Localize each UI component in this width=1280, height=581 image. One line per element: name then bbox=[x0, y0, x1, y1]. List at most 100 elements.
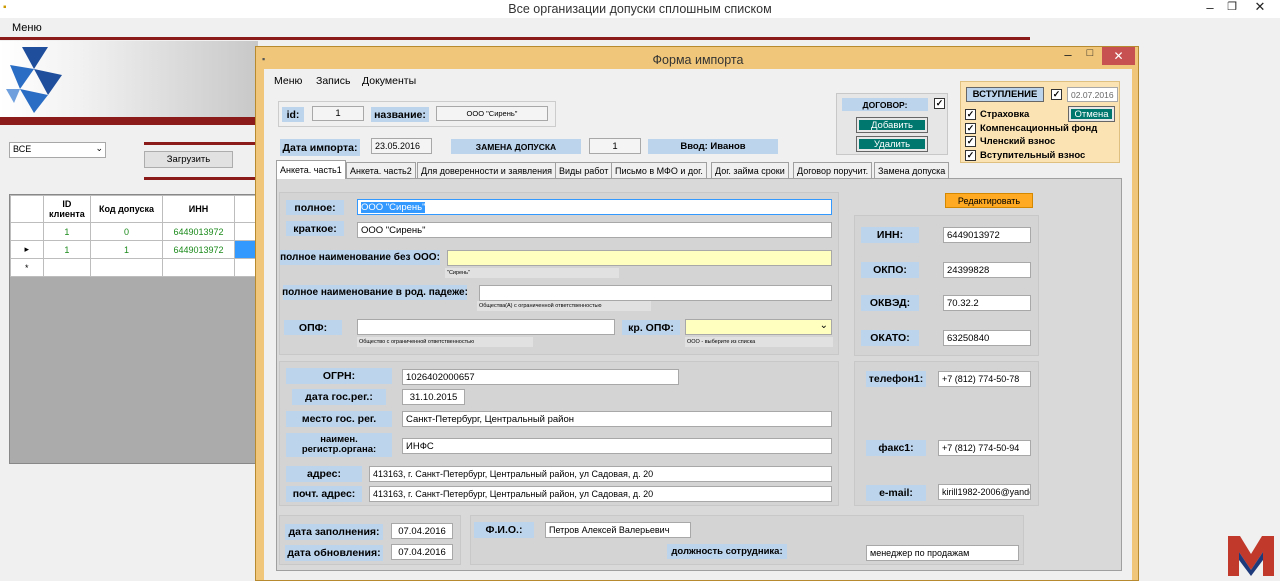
load-button[interactable]: Загрузить bbox=[144, 151, 233, 168]
phone-field[interactable]: +7 (812) 774-50-78 bbox=[938, 371, 1031, 387]
insurance-checkbox[interactable]: ✓ bbox=[965, 109, 976, 120]
tab-power-of-attorney[interactable]: Для доверенности и заявления bbox=[417, 162, 557, 178]
opf-field[interactable] bbox=[357, 319, 615, 335]
opf-hint: Общество с ограниченной ответственностью bbox=[357, 337, 533, 347]
cell-inn[interactable]: 6449013972 bbox=[161, 222, 236, 241]
fio-field[interactable]: Петров Алексей Валерьевич bbox=[545, 522, 691, 538]
edit-button[interactable]: Редактировать bbox=[945, 193, 1033, 208]
form-menu-record[interactable]: Запись bbox=[316, 75, 350, 87]
tab-questionnaire-2[interactable]: Анкета. часть2 bbox=[346, 162, 416, 178]
entry-label: ВСТУПЛЕНИЕ bbox=[966, 87, 1044, 102]
header-band bbox=[0, 37, 1030, 40]
fax-field[interactable]: +7 (812) 774-50-94 bbox=[938, 440, 1031, 456]
phone-label: телефон1: bbox=[866, 371, 926, 387]
email-label: e-mail: bbox=[866, 485, 926, 501]
table-row[interactable]: ▸ 1 1 6449013972 bbox=[10, 240, 257, 259]
reg-date-field[interactable]: 31.10.2015 bbox=[402, 389, 465, 405]
col-inn[interactable]: ИНН bbox=[161, 195, 236, 223]
okved-field[interactable]: 70.32.2 bbox=[943, 295, 1031, 311]
email-field[interactable]: kirill1982-2006@yandex.ru bbox=[938, 484, 1031, 500]
table-row[interactable]: 1 0 6449013972 bbox=[10, 222, 257, 241]
tab-guarantee[interactable]: Договор поручит. bbox=[793, 162, 873, 178]
comp-fund-label: Компенсационный фонд bbox=[980, 123, 1098, 134]
ogrn-field[interactable]: 1026402000657 bbox=[402, 369, 679, 385]
no-ooo-hint: "Сирень" bbox=[445, 268, 619, 278]
short-opf-label: кр. ОПФ: bbox=[622, 320, 680, 335]
update-date-label: дата обновления: bbox=[285, 545, 383, 561]
filter-select[interactable]: ВСЕ ⌄ bbox=[9, 142, 106, 158]
okpo-label: ОКПО: bbox=[861, 262, 919, 278]
postal-address-field[interactable]: 413163, г. Санкт-Петербург, Центральный … bbox=[369, 486, 832, 502]
form-title: Форма импорта bbox=[652, 53, 744, 67]
main-menubar: Меню bbox=[0, 19, 1280, 37]
cell-access-code[interactable]: 0 bbox=[90, 222, 163, 241]
inn-label: ИНН: bbox=[861, 227, 919, 243]
okato-field[interactable]: 63250840 bbox=[943, 330, 1031, 346]
no-ooo-name-field[interactable] bbox=[447, 250, 832, 266]
cell-inn[interactable]: 6449013972 bbox=[161, 240, 236, 259]
col-client-id[interactable]: ID клиента bbox=[42, 195, 92, 223]
new-row-icon: * bbox=[10, 258, 44, 277]
menu-item-menu[interactable]: Меню bbox=[12, 22, 42, 34]
entry-checkbox[interactable]: ✓ bbox=[1051, 89, 1062, 100]
genitive-name-field[interactable] bbox=[479, 285, 832, 301]
reg-place-field[interactable]: Санкт-Петербург, Центральный район bbox=[402, 411, 832, 427]
replace-access-label: ЗАМЕНА ДОПУСКА bbox=[451, 139, 581, 154]
position-field[interactable]: менеджер по продажам bbox=[866, 545, 1019, 561]
name-field[interactable]: ООО "Сирень" bbox=[436, 106, 548, 121]
table-row-new[interactable]: * bbox=[10, 258, 257, 277]
reg-org-field[interactable]: ИНФС bbox=[402, 438, 832, 454]
tab-mfo-letter[interactable]: Письмо в МФО и дог. bbox=[611, 162, 707, 178]
row-selector-icon: ▸ bbox=[10, 240, 44, 259]
delete-button[interactable]: Удалить bbox=[856, 136, 928, 152]
reg-org-label-text: наимен. регистр.органа: bbox=[301, 434, 377, 455]
import-date-field[interactable]: 23.05.2016 bbox=[371, 138, 432, 154]
tab-replace-access[interactable]: Замена допуска bbox=[874, 162, 950, 178]
main-window-title: Все организации допуски сплошным списком bbox=[508, 2, 772, 16]
form-minimize-icon[interactable]: – bbox=[1058, 47, 1078, 62]
red-line-1 bbox=[144, 142, 258, 145]
cell-client-id[interactable]: 1 bbox=[42, 240, 92, 259]
comp-fund-checkbox[interactable]: ✓ bbox=[965, 123, 976, 134]
contract-checkbox[interactable]: ✓ bbox=[934, 98, 945, 109]
full-name-field[interactable]: ООО "Сирень" bbox=[357, 199, 832, 215]
short-opf-select[interactable]: ⌄ bbox=[685, 319, 832, 335]
address-field[interactable]: 413163, г. Санкт-Петербург, Центральный … bbox=[369, 466, 832, 482]
minimize-icon[interactable]: – bbox=[1200, 0, 1220, 15]
maximize-icon[interactable]: ❐ bbox=[1224, 0, 1240, 13]
form-maximize-icon[interactable]: □ bbox=[1082, 47, 1098, 59]
tab-work-types[interactable]: Виды работ bbox=[555, 162, 613, 178]
short-name-field[interactable]: ООО "Сирень" bbox=[357, 222, 832, 238]
import-date-label: Дата импорта: bbox=[280, 139, 360, 156]
postal-address-label: почт. адрес: bbox=[286, 486, 362, 502]
okpo-field[interactable]: 24399828 bbox=[943, 262, 1031, 278]
position-label: должность сотрудника: bbox=[667, 544, 787, 559]
entry-fee-checkbox[interactable]: ✓ bbox=[965, 150, 976, 161]
add-button[interactable]: Добавить bbox=[856, 117, 928, 133]
no-ooo-name-label: полное наименование без ООО: bbox=[280, 250, 440, 265]
short-opf-hint: ООО - выберите из списка bbox=[685, 337, 833, 347]
cell-access-code[interactable]: 1 bbox=[90, 240, 163, 259]
cell-client-id[interactable]: 1 bbox=[42, 222, 92, 241]
fill-date-field[interactable]: 07.04.2016 bbox=[391, 523, 453, 539]
replace-access-field[interactable]: 1 bbox=[589, 138, 641, 154]
entry-date-field[interactable]: 02.07.2016 bbox=[1067, 87, 1118, 102]
col-access-code[interactable]: Код допуска bbox=[90, 195, 163, 223]
form-close-button[interactable]: ✕ bbox=[1102, 47, 1135, 65]
update-date-field[interactable]: 07.04.2016 bbox=[391, 544, 453, 560]
contract-label: ДОГОВОР: bbox=[842, 98, 928, 111]
cancel-button[interactable]: Отмена bbox=[1068, 106, 1115, 122]
inn-field[interactable]: 6449013972 bbox=[943, 227, 1031, 243]
fill-date-label: дата заполнения: bbox=[285, 524, 383, 540]
form-menu-documents[interactable]: Документы bbox=[362, 75, 416, 87]
header-band-lower bbox=[0, 117, 258, 125]
red-line-2 bbox=[144, 177, 258, 180]
tab-questionnaire-1[interactable]: Анкета. часть1 bbox=[276, 160, 346, 179]
fax-label: факс1: bbox=[866, 440, 926, 456]
close-icon[interactable]: ✕ bbox=[1250, 0, 1270, 15]
id-field[interactable]: 1 bbox=[312, 106, 364, 121]
form-menu-menu[interactable]: Меню bbox=[274, 75, 302, 87]
tab-loan-terms[interactable]: Дог. займа сроки bbox=[711, 162, 789, 178]
entry-fee-label: Вступительный взнос bbox=[980, 150, 1086, 161]
member-fee-checkbox[interactable]: ✓ bbox=[965, 136, 976, 147]
